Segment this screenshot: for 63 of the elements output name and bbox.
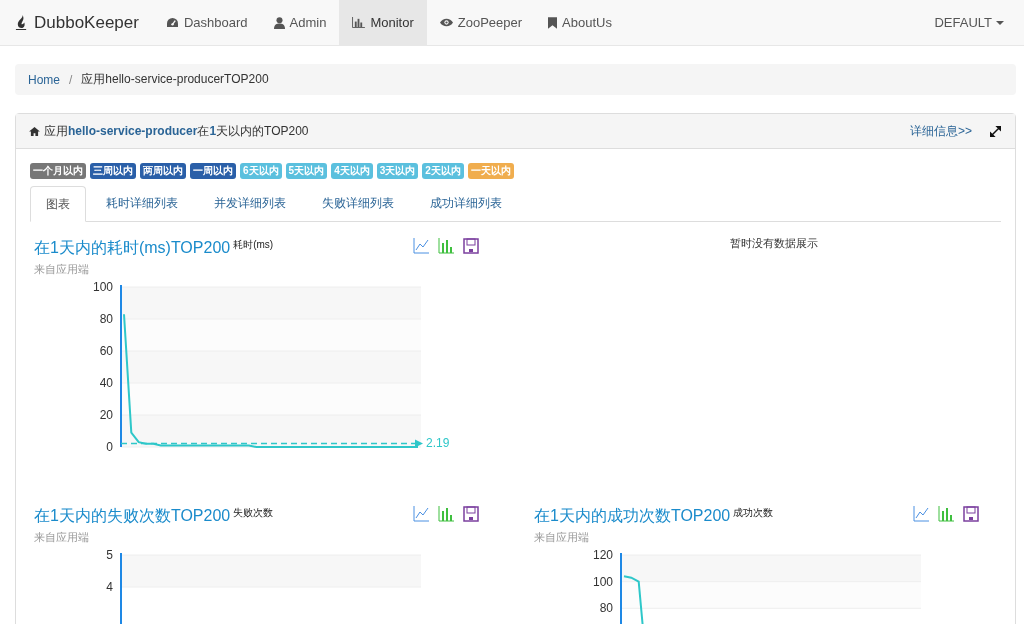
bar-chart-icon[interactable] <box>438 238 454 254</box>
nav-item[interactable]: AboutUs <box>535 0 625 45</box>
tab[interactable]: 并发详细列表 <box>198 186 302 221</box>
chart-subtitle: 来自应用端 <box>34 530 90 545</box>
eye-icon <box>439 18 453 27</box>
y-tick-label: 80 <box>599 601 613 616</box>
details-link[interactable]: 详细信息>> <box>910 122 972 140</box>
y-tick-label: 20 <box>99 408 113 422</box>
nav-item[interactable]: Monitor <box>339 0 427 45</box>
bar-chart-icon[interactable] <box>938 506 954 522</box>
tab[interactable]: 耗时详细列表 <box>90 186 194 221</box>
profile-dropdown[interactable]: DEFAULT <box>934 0 1004 45</box>
floppy-disk-icon[interactable] <box>463 506 479 522</box>
home-icon <box>29 126 40 136</box>
y-tick-label: 100 <box>592 574 613 589</box>
nav-item[interactable]: Dashboard <box>152 0 261 45</box>
chart-title: 在1天内的失败次数TOP200 <box>34 506 231 526</box>
tab[interactable]: 图表 <box>30 186 86 222</box>
chart-title: 在1天内的耗时(ms)TOP200 <box>34 238 231 258</box>
line-chart-icon[interactable] <box>913 506 929 522</box>
legend-label: 成功次数 <box>733 506 774 520</box>
bar-chart-icon[interactable] <box>438 506 454 522</box>
dashboard-icon <box>165 17 179 28</box>
caret-icon <box>996 20 1004 25</box>
expand-icon[interactable] <box>990 125 1001 137</box>
line-chart-icon[interactable] <box>413 506 429 522</box>
chart-subtitle: 来自应用端 <box>34 262 90 277</box>
bookmark-icon <box>548 16 558 29</box>
nav-item[interactable]: Admin <box>260 0 340 45</box>
tab[interactable]: 失败详细列表 <box>306 186 410 221</box>
breadcrumb-separator: / <box>69 72 73 87</box>
y-tick-label: 4 <box>106 580 113 594</box>
range-badge[interactable]: 一个月以内 <box>30 163 86 179</box>
brand-link[interactable]: DubboKeeper <box>15 0 139 45</box>
nav-item[interactable]: ZooPeeper <box>426 0 536 45</box>
chart-title: 在1天内的成功次数TOP200 <box>534 506 731 526</box>
data-line <box>623 575 647 624</box>
y-tick-label: 120 <box>592 548 613 562</box>
legend-label: 失败次数 <box>233 506 274 520</box>
y-tick-label: 100 <box>92 280 113 294</box>
range-badge[interactable]: 两周以内 <box>140 163 186 179</box>
floppy-disk-icon[interactable] <box>963 506 979 522</box>
average-label: 2.19 <box>426 436 450 451</box>
breadcrumb-current: 应用hello-service-producerTOP200 <box>81 71 269 88</box>
floppy-disk-icon[interactable] <box>463 238 479 254</box>
chart-subtitle: 来自应用端 <box>534 530 590 545</box>
tab[interactable]: 成功详细列表 <box>414 186 518 221</box>
bar-chart-icon <box>352 17 366 28</box>
line-chart-icon[interactable] <box>413 238 429 254</box>
range-badge[interactable]: 一周以内 <box>190 163 236 179</box>
user-icon <box>273 16 285 29</box>
y-tick-label: 40 <box>99 376 113 390</box>
panel-title: 应用hello-service-producer在1天以内的TOP200 <box>44 122 309 140</box>
y-tick-label: 0 <box>106 440 113 454</box>
y-tick-label: 5 <box>106 548 113 562</box>
flame-icon <box>15 15 28 30</box>
legend-label: 耗时(ms) <box>233 238 274 252</box>
range-badge[interactable]: 三周以内 <box>90 163 136 179</box>
y-tick-label: 80 <box>99 312 113 326</box>
arrowhead-icon <box>415 439 423 448</box>
y-tick-label: 60 <box>99 344 113 358</box>
breadcrumb-link[interactable]: Home <box>28 72 60 87</box>
empty-message: 暂时没有数据展示 <box>730 236 818 250</box>
